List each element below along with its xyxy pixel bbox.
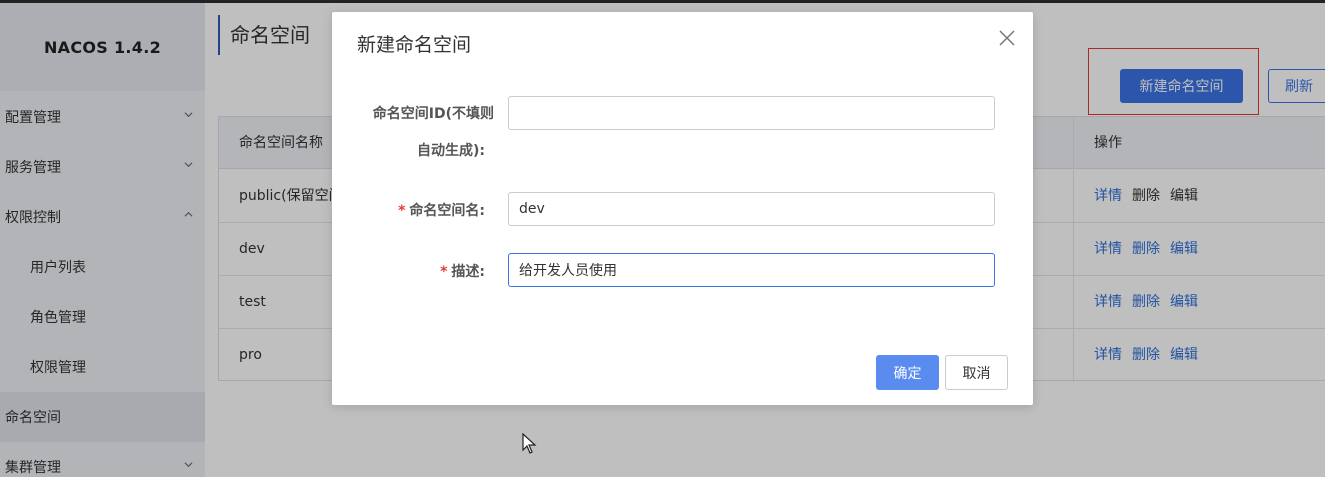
namespace-id-label-line2: 自动生成): bbox=[417, 143, 485, 159]
mouse-cursor-icon bbox=[522, 433, 537, 454]
description-input[interactable] bbox=[508, 253, 995, 287]
namespace-name-input[interactable] bbox=[508, 192, 995, 226]
description-label-text: 描述: bbox=[451, 264, 485, 280]
namespace-id-label-line1: 命名空间ID(不填则 bbox=[372, 106, 494, 122]
namespace-name-label-text: 命名空间名: bbox=[409, 203, 485, 219]
confirm-button[interactable]: 确定 bbox=[876, 355, 939, 390]
close-icon[interactable] bbox=[998, 29, 1016, 47]
dialog-title: 新建命名空间 bbox=[357, 34, 472, 56]
required-marker: * bbox=[440, 264, 448, 280]
new-namespace-dialog: 新建命名空间 命名空间ID(不填则 自动生成): *命名空间名: *描述: 确定… bbox=[332, 12, 1033, 405]
cancel-button[interactable]: 取消 bbox=[945, 355, 1008, 390]
description-label: * 描述: bbox=[360, 261, 485, 281]
required-marker: * bbox=[398, 203, 406, 219]
namespace-name-label: * 命名空间名: bbox=[360, 200, 485, 220]
namespace-id-input[interactable] bbox=[508, 96, 995, 130]
